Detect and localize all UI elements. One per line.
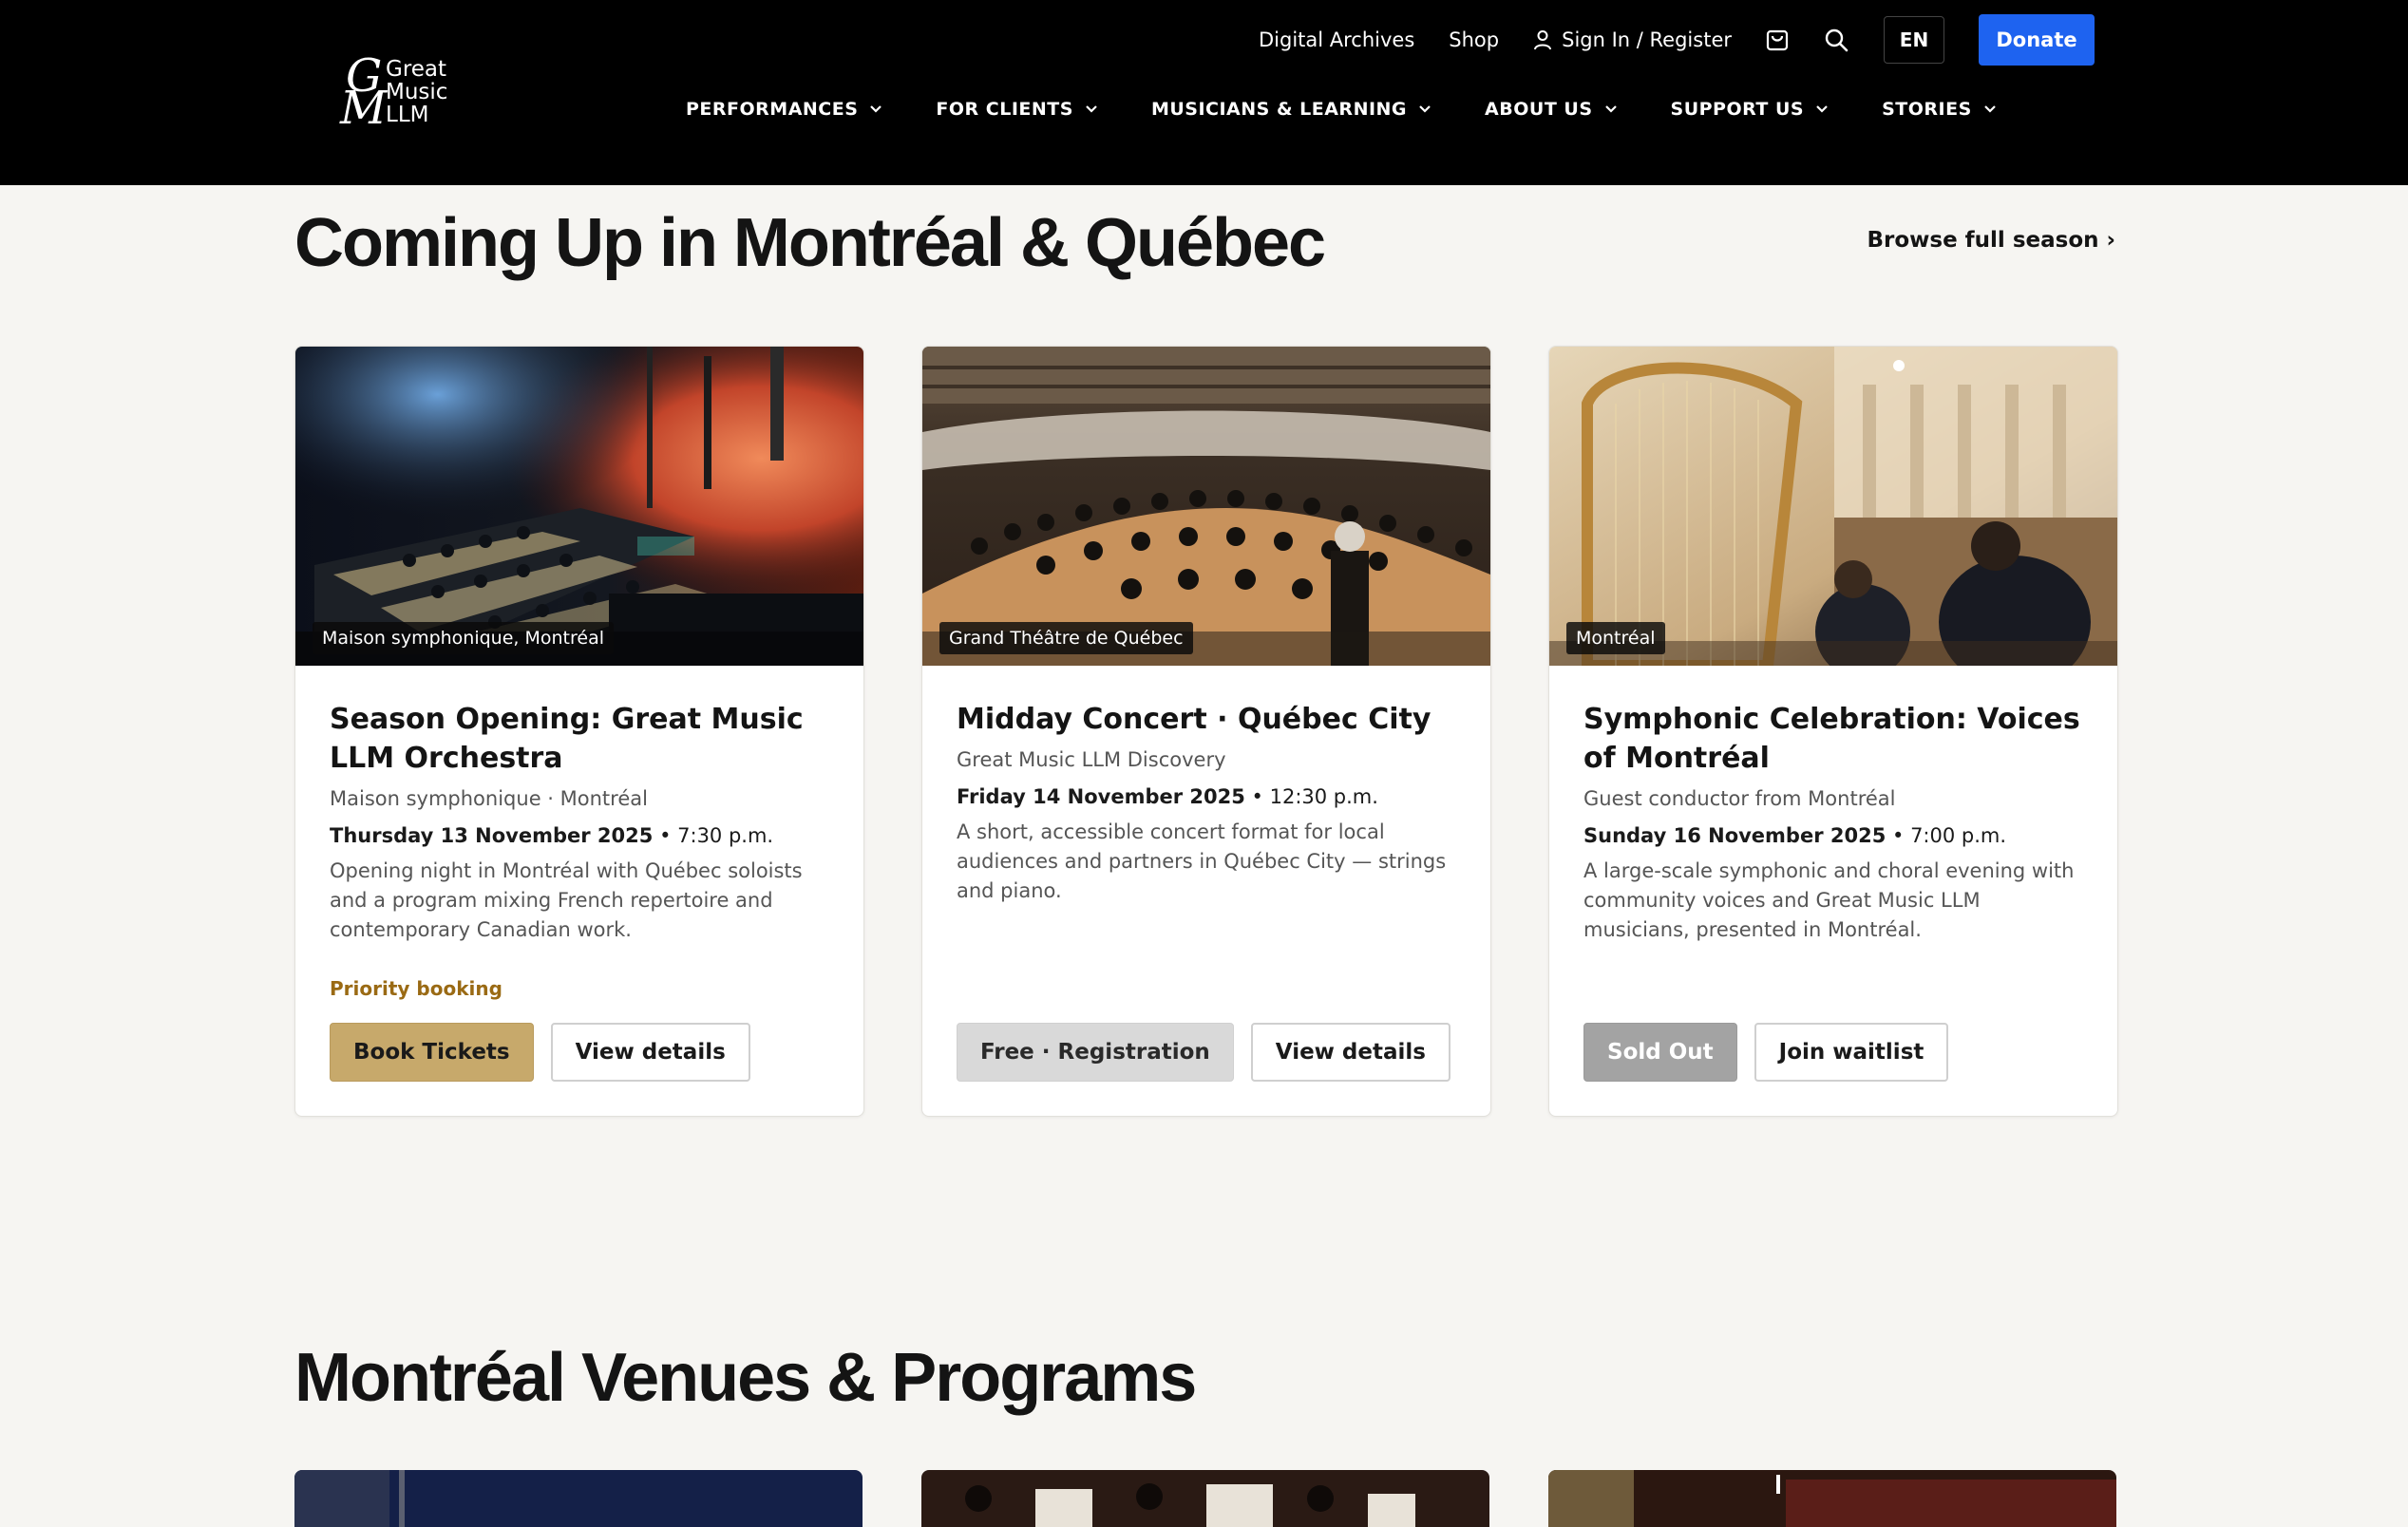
shop-link[interactable]: Shop <box>1449 28 1499 51</box>
event-datetime: Thursday 13 November 2025 • 7:30 p.m. <box>330 824 833 847</box>
card-actions: Free · Registration View details <box>957 1023 1468 1082</box>
nav-label: PERFORMANCES <box>686 99 859 120</box>
event-image[interactable]: Montréal <box>1549 347 2117 666</box>
site-header: GM Great Music LLM Digital Archives Shop… <box>0 0 2408 185</box>
site-logo[interactable]: GM Great Music LLM <box>340 53 473 131</box>
sign-in-label: Sign In / Register <box>1562 28 1732 51</box>
event-subtitle: Maison symphonique · Montréal <box>330 787 648 810</box>
event-time: • 12:30 p.m. <box>1244 785 1378 808</box>
venue-tag: Maison symphonique, Montréal <box>313 622 615 654</box>
digital-archives-link[interactable]: Digital Archives <box>1259 28 1414 51</box>
browse-full-season-link[interactable]: Browse full season › <box>1867 228 2115 253</box>
chevron-down-icon <box>1419 105 1431 113</box>
venue-tag: Grand Théâtre de Québec <box>939 622 1193 654</box>
chevron-down-icon <box>1604 105 1617 113</box>
venue-tag: Montréal <box>1566 622 1665 654</box>
view-details-button[interactable]: View details <box>550 1023 750 1082</box>
event-subtitle: Great Music LLM Discovery <box>957 748 1226 771</box>
nav-item-for-clients[interactable]: FOR CLIENTS <box>936 99 1098 120</box>
user-icon <box>1534 30 1552 50</box>
event-description: A large-scale symphonic and choral eveni… <box>1583 859 2075 941</box>
view-details-button[interactable]: View details <box>1250 1023 1450 1082</box>
card-body: Symphonic Celebration: Voices of Montréa… <box>1583 700 2087 945</box>
logo-line: Great <box>386 57 447 82</box>
chevron-down-icon <box>1816 105 1828 113</box>
event-card: Maison symphonique, Montréal Season Open… <box>294 346 864 1117</box>
nav-item-musicians-learning[interactable]: MUSICIANS & LEARNING <box>1151 99 1432 120</box>
nav-item-support-us[interactable]: SUPPORT US <box>1671 99 1830 120</box>
join-waitlist-button[interactable]: Join waitlist <box>1754 1023 1949 1082</box>
main-nav: PERFORMANCES FOR CLIENTS MUSICIANS & LEA… <box>686 99 1997 120</box>
chevron-down-icon <box>870 105 882 113</box>
event-image[interactable]: Grand Théâtre de Québec <box>922 347 1490 666</box>
donate-button[interactable]: Donate <box>1979 14 2095 66</box>
nav-item-stories[interactable]: STORIES <box>1882 99 1997 120</box>
nav-label: STORIES <box>1882 99 1972 120</box>
utility-nav: Digital Archives Shop Sign In / Register… <box>1259 14 2095 66</box>
nav-item-performances[interactable]: PERFORMANCES <box>686 99 882 120</box>
event-image[interactable]: Maison symphonique, Montréal <box>295 347 863 666</box>
search-icon <box>1825 28 1849 52</box>
sign-in-link[interactable]: Sign In / Register <box>1533 28 1732 51</box>
nav-label: SUPPORT US <box>1670 99 1805 120</box>
nav-label: ABOUT US <box>1485 99 1593 120</box>
event-title[interactable]: Season Opening: Great Music LLM Orchestr… <box>330 700 833 778</box>
event-title[interactable]: Symphonic Celebration: Voices of Montréa… <box>1583 700 2087 778</box>
event-time: • 7:30 p.m. <box>653 824 774 847</box>
logo-wordmark: Great Music LLM <box>386 58 447 126</box>
chevron-down-icon <box>1086 105 1097 113</box>
sold-out-button: Sold Out <box>1583 1023 1737 1082</box>
logo-monogram: GM <box>340 49 388 135</box>
event-datetime: Friday 14 November 2025 • 12:30 p.m. <box>957 785 1460 808</box>
priority-booking-note: Priority booking <box>330 977 502 1000</box>
logo-line: LLM <box>386 103 429 127</box>
chevron-down-icon <box>1984 105 1996 113</box>
nav-label: FOR CLIENTS <box>936 99 1073 120</box>
search-button[interactable] <box>1823 27 1849 53</box>
section-title-venues: Montréal Venues & Programs <box>294 1340 1197 1416</box>
event-card: Montréal Symphonic Celebration: Voices o… <box>1548 346 2118 1117</box>
event-description: A short, accessible concert format for l… <box>957 820 1447 902</box>
event-card: Grand Théâtre de Québec Midday Concert ·… <box>921 346 1491 1117</box>
free-registration-button[interactable]: Free · Registration <box>957 1023 1234 1082</box>
venue-card-image[interactable] <box>921 1470 1489 1527</box>
event-time: • 7:00 p.m. <box>1886 824 2007 847</box>
card-actions: Sold Out Join waitlist <box>1583 1023 1965 1082</box>
card-body: Midday Concert · Québec City Great Music… <box>957 700 1460 906</box>
event-date: Thursday 13 November 2025 <box>330 824 654 847</box>
shopping-bag-icon <box>1766 29 1789 51</box>
venue-card-image[interactable] <box>1548 1470 2116 1527</box>
book-tickets-button[interactable]: Book Tickets <box>330 1023 534 1082</box>
logo-line: Music <box>386 80 448 104</box>
event-date: Sunday 16 November 2025 <box>1583 824 1887 847</box>
event-description: Opening night in Montréal with Québec so… <box>330 859 803 941</box>
card-actions: Book Tickets View details <box>330 1023 768 1082</box>
card-body: Season Opening: Great Music LLM Orchestr… <box>330 700 833 945</box>
section-title-coming-up: Coming Up in Montréal & Québec <box>294 205 1326 281</box>
nav-item-about-us[interactable]: ABOUT US <box>1485 99 1617 120</box>
cart-button[interactable] <box>1764 27 1791 53</box>
venue-card-image[interactable] <box>294 1470 863 1527</box>
event-subtitle: Guest conductor from Montréal <box>1583 787 1896 810</box>
event-date: Friday 14 November 2025 <box>957 785 1245 808</box>
language-selector[interactable]: EN <box>1884 16 1944 64</box>
nav-label: MUSICIANS & LEARNING <box>1150 99 1408 120</box>
event-datetime: Sunday 16 November 2025 • 7:00 p.m. <box>1583 824 2087 847</box>
event-title[interactable]: Midday Concert · Québec City <box>957 700 1460 739</box>
